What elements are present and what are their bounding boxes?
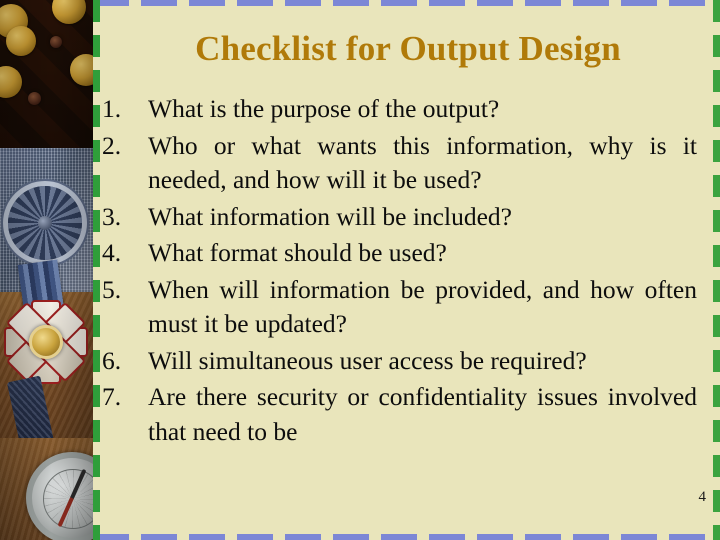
coins-checkerboard-image (0, 0, 93, 152)
medal-center-medallion (29, 325, 63, 359)
coin-icon (52, 0, 86, 24)
medal-cross-image (4, 300, 88, 384)
list-item: 7. Are there security or confidentiality… (101, 380, 697, 449)
list-item-text: Will simultaneous user access be require… (148, 345, 587, 375)
border-left-dashed (93, 0, 100, 540)
list-item-text: When will information be provided, and h… (148, 274, 697, 339)
list-item: 4. What format should be used? (101, 236, 697, 271)
list-item: 3. What information will be included? (101, 200, 697, 235)
list-item-number: 1. (102, 94, 122, 123)
list-item-number: 5. (102, 274, 122, 304)
border-right-dashed (713, 0, 720, 540)
border-top-dashed (93, 0, 720, 6)
pleated-rosette-image (8, 186, 82, 260)
list-item-text: What information will be included? (148, 201, 512, 231)
list-item-number: 3. (102, 201, 122, 231)
coin-icon (70, 54, 93, 86)
list-item-text: What format should be used? (148, 238, 447, 268)
list-item-text: What is the purpose of the output? (148, 94, 500, 123)
list-item: 2. Who or what wants this information, w… (101, 129, 697, 198)
list-item-number: 7. (102, 382, 122, 412)
list-item-number: 6. (102, 345, 122, 375)
list-item-text: Who or what wants this information, why … (148, 130, 697, 195)
stud-icon (50, 36, 62, 48)
decorative-photo-strip (0, 0, 93, 540)
list-item-text: Are there security or confidentiality is… (148, 382, 697, 446)
compass-needle-icon (57, 468, 87, 528)
slide-canvas: Checklist for Output Design 1. What is t… (0, 0, 720, 540)
list-item: 1. What is the purpose of the output? (101, 92, 697, 127)
border-bottom-dashed (93, 534, 720, 540)
coin-icon (6, 26, 36, 56)
list-item: 5. When will information be provided, an… (101, 273, 697, 342)
list-item-number: 4. (102, 238, 122, 268)
page-number: 4 (698, 489, 707, 505)
checklist-list: 1. What is the purpose of the output? 2.… (101, 92, 697, 451)
slide-title: Checklist for Output Design (195, 29, 621, 68)
list-item-number: 2. (102, 130, 122, 160)
stud-icon (28, 92, 41, 105)
coin-icon (0, 66, 22, 98)
list-item: 6. Will simultaneous user access be requ… (101, 344, 697, 379)
